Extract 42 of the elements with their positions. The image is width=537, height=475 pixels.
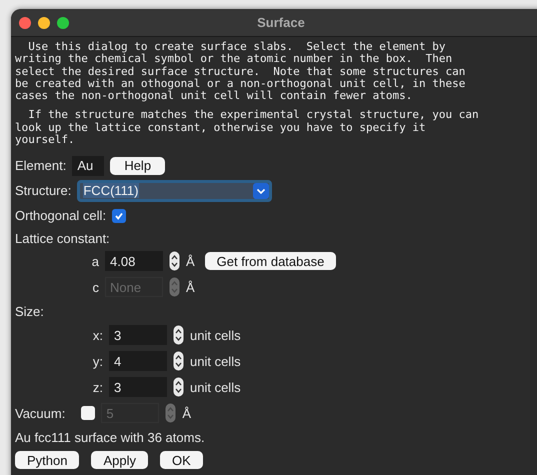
status-text: Au fcc111 surface with 36 atoms. — [15, 430, 205, 446]
element-field[interactable]: Au — [72, 156, 104, 176]
chevron-icon — [253, 182, 270, 199]
size-label: Size: — [15, 304, 44, 319]
size-field[interactable]: 3 — [109, 325, 167, 346]
window-title: Surface — [257, 15, 305, 30]
spinner-icon[interactable] — [173, 325, 184, 346]
spinner-icon[interactable] — [173, 377, 184, 398]
structure-label: Structure: — [15, 183, 72, 198]
unit-label: unit cells — [190, 380, 241, 395]
orthogonal-label: Orthogonal cell: — [15, 208, 106, 224]
help-button[interactable]: Help — [110, 156, 166, 175]
dimension-label: z: — [92, 380, 103, 395]
parameter-label: a — [92, 254, 99, 269]
spinner-icon[interactable] — [169, 251, 180, 272]
unit-label: unit cells — [190, 328, 241, 343]
size-field[interactable]: 4 — [109, 351, 167, 372]
element-label: Element: — [15, 158, 66, 174]
unit-label: Å — [186, 254, 195, 269]
close-icon[interactable] — [19, 16, 31, 28]
zoom-icon[interactable] — [57, 16, 69, 28]
get-from-database-button[interactable]: Get from database — [204, 252, 336, 270]
unit-label: Å — [182, 406, 192, 421]
intro-paragraph: If the structure matches the experimental crystal structure, you can look up the lattice constant, otherwise you have to specify it yourself. — [15, 109, 480, 146]
dialog-button[interactable]: Apply — [91, 451, 148, 470]
spinner-icon[interactable] — [173, 351, 184, 372]
intro-paragraph: Use this dialog to create surface slabs. Select the element by writing the chemical symbol or the atomic number in the box. Then select the desired surface structure. Note that some structures can be created with an othogonal or a non-orthogonal unit cell, in these cases the non-orthogonal unit cell will contain fewer atoms. — [15, 41, 466, 102]
minimize-icon[interactable] — [38, 16, 50, 28]
vacuum-label: Vacuum: — [15, 406, 66, 421]
dialog-button[interactable]: OK — [160, 451, 203, 470]
dimension-label: x: — [92, 328, 103, 343]
size-field[interactable]: 3 — [109, 377, 167, 398]
structure-dropdown[interactable]: FCC(111) — [77, 180, 272, 202]
parameter-label: c — [92, 280, 99, 295]
checkbox[interactable] — [112, 208, 126, 223]
checkmark-icon — [114, 210, 124, 221]
dialog-button[interactable]: Python — [15, 451, 80, 470]
lattice-label: Lattice constant: — [15, 230, 110, 246]
unit-label: unit cells — [190, 354, 241, 369]
unit-label: Å — [186, 280, 195, 295]
dimension-label: y: — [92, 354, 103, 369]
lattice-field[interactable]: 4.08 — [105, 251, 163, 272]
